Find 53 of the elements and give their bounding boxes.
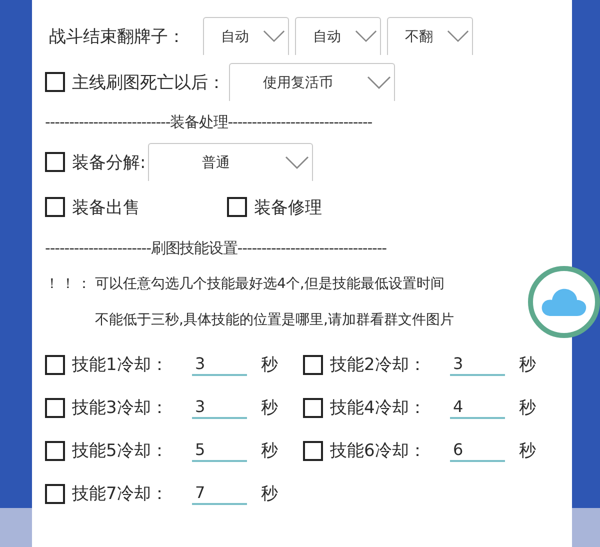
checkbox[interactable]: [303, 354, 323, 374]
chevron-icon: [447, 30, 469, 43]
dropdown[interactable]: 不翻: [387, 17, 473, 55]
chevron-icon: [284, 156, 309, 170]
skill-label: 技能5冷却：: [72, 440, 169, 462]
cooldown-input[interactable]: 5: [192, 440, 247, 462]
death-label: 主线刷图死亡以后：: [72, 72, 225, 94]
unit-label: 秒: [261, 483, 278, 505]
cooldown-input[interactable]: 3: [192, 354, 247, 376]
section-divider: ----------------------刷图技能设置-------------------------------: [45, 238, 386, 258]
cooldown-input[interactable]: 3: [450, 354, 505, 376]
skill-label: 技能4冷却：: [330, 397, 427, 419]
checkbox[interactable]: [45, 398, 65, 418]
cloud-icon: [541, 287, 587, 317]
unit-label: 秒: [519, 440, 536, 462]
cooldown-input[interactable]: 6: [450, 440, 505, 462]
warning-mark: ！！：: [45, 275, 94, 293]
checkbox[interactable]: [45, 72, 65, 92]
dropdown[interactable]: 使用复活币: [229, 63, 395, 101]
chevron-icon: [367, 76, 391, 90]
skill-label: 技能1冷却：: [72, 354, 169, 376]
dropdown[interactable]: 自动: [203, 17, 289, 55]
cooldown-input[interactable]: 7: [192, 482, 247, 504]
checkbox[interactable]: [45, 197, 65, 217]
dropdown[interactable]: 普通: [148, 143, 313, 181]
unit-label: 秒: [519, 397, 536, 419]
checkbox[interactable]: [303, 398, 323, 418]
checkbox[interactable]: [45, 440, 65, 460]
section-divider: --------------------------装备处理------------------------------: [45, 112, 372, 132]
chevron-icon: [355, 30, 377, 43]
notice-text: 可以任意勾选几个技能最好选4个,但是技能最低设置时间: [95, 275, 444, 293]
unit-label: 秒: [261, 440, 278, 462]
skill-label: 技能6冷却：: [330, 440, 427, 462]
notice-text: 不能低于三秒,具体技能的位置是哪里,请加群看群文件图片: [95, 311, 455, 330]
decompose-label: 装备分解:: [72, 152, 146, 174]
unit-label: 秒: [261, 354, 278, 376]
cooldown-input[interactable]: 4: [450, 396, 505, 418]
unit-label: 秒: [519, 354, 536, 376]
checkbox[interactable]: [303, 440, 323, 460]
skill-label: 技能3冷却：: [72, 397, 169, 419]
checkbox[interactable]: [227, 197, 247, 217]
cooldown-input[interactable]: 3: [192, 396, 247, 418]
flip-label: 战斗结束翻牌子：: [49, 26, 185, 48]
dropdown[interactable]: 自动: [295, 17, 381, 55]
skill-label: 技能7冷却：: [72, 483, 169, 505]
checkbox[interactable]: [45, 354, 65, 374]
chevron-icon: [263, 30, 285, 43]
option-label: 装备修理: [254, 196, 322, 218]
checkbox[interactable]: [45, 152, 65, 172]
checkbox[interactable]: [45, 484, 65, 504]
unit-label: 秒: [261, 397, 278, 419]
skill-label: 技能2冷却：: [330, 354, 427, 376]
option-label: 装备出售: [72, 196, 140, 218]
